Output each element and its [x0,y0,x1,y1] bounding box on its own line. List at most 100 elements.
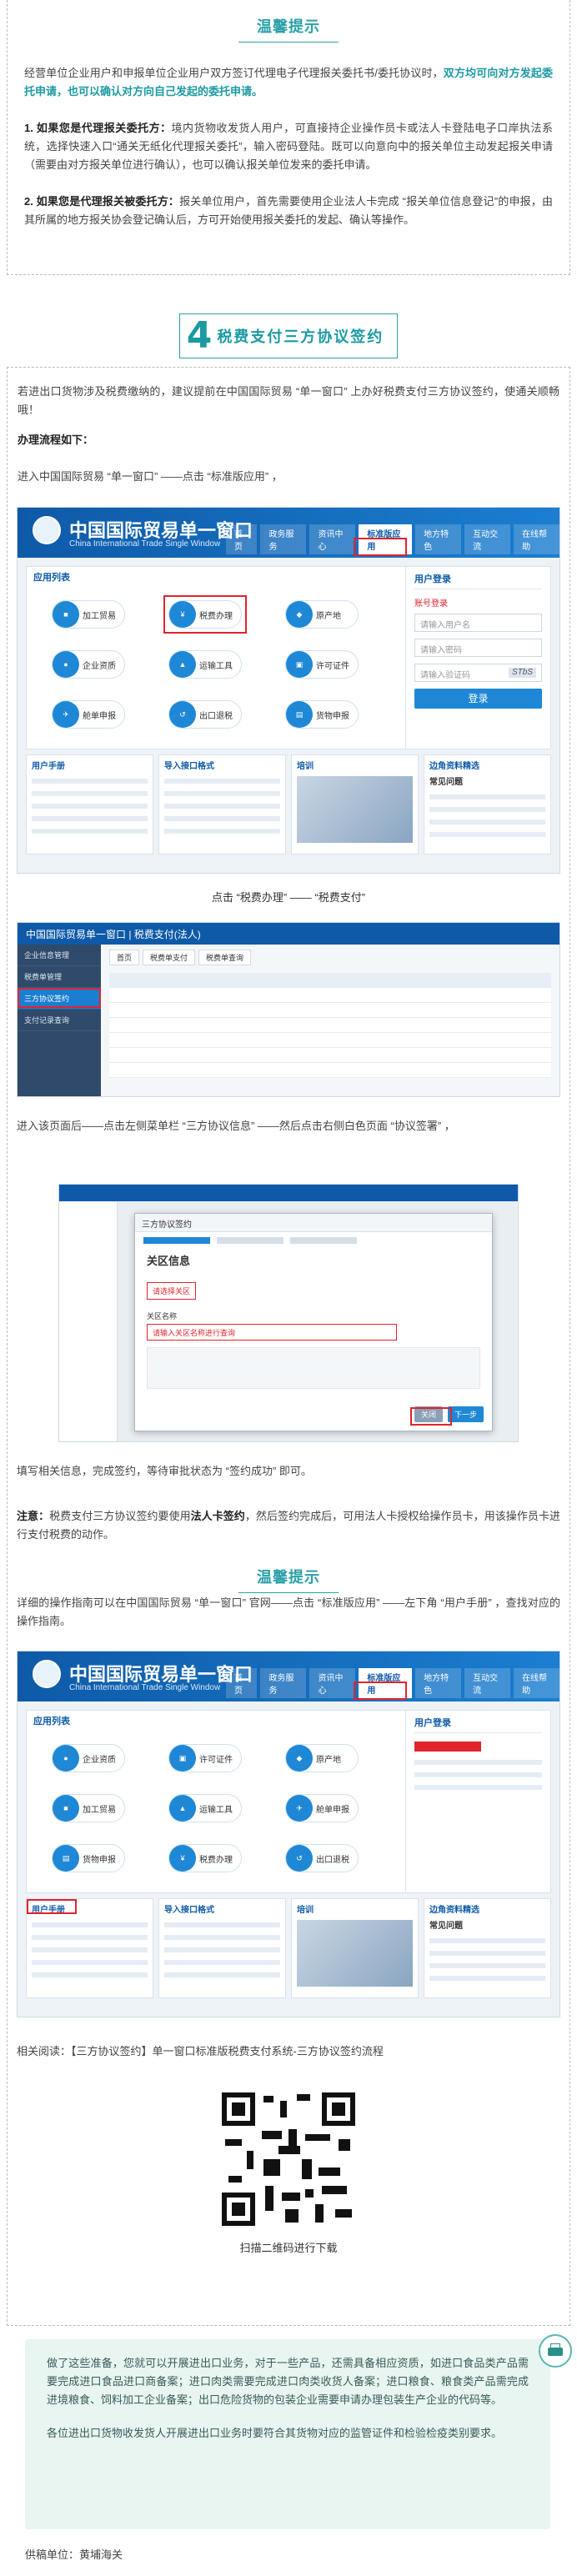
nav-home[interactable]: 首页 [226,524,258,554]
apps-panel-2: 应用列表 ● 企业资质 ▣ 许可证件 ◆ 原产地 ■ 加工贸易 ▲ 运输工具 ✈ 舱单申报 … [26,1710,418,1893]
panel-cross-border: 边角资料精选 常见问题 [424,754,551,854]
portal-screenshot: 中国国际贸易单一窗口 China International Trade Sin… [17,507,560,874]
article-page: 温馨提示 经营单位企业用户和申报单位企业用户双方签订代理电子代理报关委托书/委托… [0,0,577,2576]
app-license[interactable]: ▣ 许可证件 [285,650,359,679]
modal-title: 三方协议签约 [135,1214,492,1232]
portal-subtitle: China International Trade Single Window [69,539,221,549]
tax-table [109,973,551,1078]
panel-import-format: 导入接口格式 [158,754,286,854]
process-title: 办理流程如下： [18,434,94,446]
agreement-titlebar [59,1185,518,1201]
app-goods-declaration[interactable]: ▤ 货物申报 [285,700,359,729]
nav-interact[interactable]: 互动交流 [464,524,511,554]
app-manifest[interactable]: ✈ 舱单申报 [52,700,125,729]
modal-search-input[interactable]: 请输入关区名称进行查询 [147,1324,397,1341]
side-records[interactable]: 支付记录查询 [18,1010,101,1031]
highlight-next-button [410,1407,452,1426]
app-icon: ▤ [286,701,313,728]
login-tab-account[interactable]: 账号登录 [414,596,542,609]
portal-screenshot-2: 中国国际贸易单一窗口 China International Trade Sin… [17,1651,560,2017]
section-number: 4 [186,314,213,357]
training-image [297,776,413,843]
tax-tabs: 首页 税费单支付 税费单查询 [109,950,252,965]
bottom-paragraph-1: 做了这些准备，您就可以开展进出口业务，对于一些产品，还需具备相应资质，如进口食品… [47,2357,529,2406]
portal-logo-icon [33,516,61,544]
app-icon: ● [53,651,79,678]
tax-window-titlebar: 中国国际贸易单一窗口 | 税费支付(法人) [18,923,559,945]
app-icon: ▣ [169,1745,196,1772]
nav-help[interactable]: 在线帮助 [514,524,559,554]
tab-query[interactable]: 税费单查询 [198,950,252,965]
app-icon: ▤ [53,1845,79,1872]
app-transport[interactable]: ▲ 运输工具 [168,650,242,679]
agreement-sidebar [59,1201,118,1441]
agreement-modal: 三方协议签约 关区信息 请选择关区 关区名称 请输入关区名称进行查询 关闭 下一… [134,1213,493,1431]
app-processing-trade[interactable]: ■ 加工贸易 [52,600,125,629]
tab-pay[interactable]: 税费单支付 [143,950,196,965]
side-tax-bills[interactable]: 税费单管理 [18,966,101,988]
modal-steps [135,1232,492,1249]
app-icon: ✈ [53,701,79,728]
agreement-screenshot: 三方协议签约 关区信息 请选择关区 关区名称 请输入关区名称进行查询 关闭 下一… [58,1184,519,1442]
app-qualification[interactable]: ● 企业资质 [52,650,125,679]
tax-sidebar: 企业信息管理 税费单管理 三方协议签约 支付记录查询 [18,945,101,1096]
step-2-text: 进入该页面后——点击左侧菜单栏 “三方协议信息” ——然后点击右侧白色页面 “协… [17,1120,455,1132]
app-icon: ▣ [286,651,313,678]
password-field[interactable]: 请输入密码 [414,639,542,657]
app-export-refund[interactable]: ↺ 出口退税 [168,700,242,729]
tip-title-2: 温馨提示 [0,1566,577,1593]
supplier-line: 供稿单位：黄埔海关 [25,2548,123,2561]
modal-field-1-label: 请选择关区 [147,1282,197,1300]
captcha-image[interactable]: STbS [508,668,536,678]
highlight-standard-apps-2 [354,1681,407,1700]
related-link[interactable]: 【三方协议签约】单一窗口标准版税费支付系统-三方协议签约流程 [71,2045,384,2057]
tax-window-screenshot: 中国国际贸易单一窗口 | 税费支付(法人) 企业信息管理 税费单管理 三方协议签… [17,922,560,1097]
app-icon: ● [53,1745,79,1772]
section-frame: 4 税费支付三方协议签约 [178,313,399,358]
highlight-standard-apps [354,538,407,556]
tip-box-1: 温馨提示 经营单位企业用户和申报单位企业用户双方签订代理电子代理报关委托书/委托… [7,0,570,275]
section-title: 税费支付三方协议签约 [217,328,384,345]
modal-result-area [147,1347,480,1389]
side-enterprise[interactable]: 企业信息管理 [18,945,101,966]
next-button[interactable]: 下一步 [447,1406,484,1422]
portal-header-2: 中国国际贸易单一窗口 China International Trade Sin… [18,1651,559,1701]
highlight-agreement-menu [18,988,101,1008]
app-icon: ■ [53,1795,79,1822]
nav-gov[interactable]: 政务服务 [260,524,307,554]
bottom-paragraph-2: 各位进出口货物收发货人开展进出口业务时要符合其货物对应的监管证件和检验检疫类别要… [47,2427,503,2439]
login-panel: 用户登录 账号登录 请输入用户名 请输入密码 请输入验证码 STbS 登录 [405,566,551,749]
tip-2-text: 详细的操作指南可以在中国国际贸易 “单一窗口” 官网——点击 “标准版应用” —… [17,1596,560,1627]
login-button[interactable]: 登录 [414,689,542,709]
portal-bottom-panels: 用户手册 导入接口格式 培训 边角资料精选 常见问题 [26,754,551,854]
portal-header: 中国国际贸易单一窗口 China International Trade Sin… [18,508,559,558]
login-title: 用户登录 [414,572,542,589]
app-origin[interactable]: ◆ 原产地 [285,600,359,629]
app-icon: ▲ [169,1795,196,1822]
nav-news[interactable]: 资讯中心 [309,524,356,554]
app-icon: ■ [53,601,79,628]
related-reading: 相关阅读：【三方协议签约】单一窗口标准版税费支付系统-三方协议签约流程 [17,2045,384,2057]
app-icon: ◆ [286,601,313,628]
bottom-note-card: 做了这些准备，您就可以开展进出口业务，对于一些产品，还需具备相应资质，如进口食品… [25,2339,550,2529]
redacted-user [414,1742,481,1752]
app-icon: ↺ [169,701,196,728]
highlight-user-manual [27,1899,77,1914]
section-heading: 4 税费支付三方协议签约 [0,313,577,358]
username-field[interactable]: 请输入用户名 [414,614,542,632]
portal-logo-icon [33,1660,61,1688]
modal-field-2-label: 关区名称 [147,1312,178,1321]
app-icon: ↺ [286,1845,313,1872]
app-icon: ✈ [286,1795,313,1822]
app-icon: ▲ [169,651,196,678]
tab-home[interactable]: 首页 [109,950,140,965]
nav-local[interactable]: 地方特色 [415,524,462,554]
qr-caption: 扫描二维码进行下载 [239,2242,338,2254]
tip-paragraph-1: 经营单位企业用户和申报单位企业用户双方签订代理电子代理报关委托书/委托协议时，双… [24,67,553,98]
app-icon: ¥ [169,1845,196,1872]
tip-paragraph-3: 2. 如果您是代理报关被委托方：报关单位用户，首先需要使用企业法人卡完成 “报关… [24,195,553,226]
modal-section: 关区信息 [147,1255,191,1267]
intro-text: 若进出口货物涉及税费缴纳的，建议提前在中国国际贸易 “单一窗口” 上办好税费支付… [18,385,559,416]
panel-user-manual: 用户手册 [26,754,153,854]
captcha-field[interactable]: 请输入验证码 STbS [414,664,542,682]
